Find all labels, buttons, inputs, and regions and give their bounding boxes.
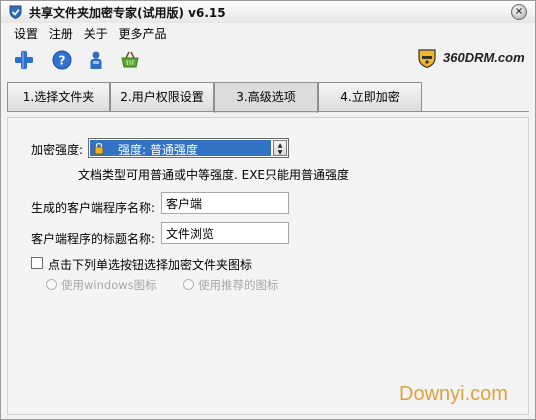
- menu-register[interactable]: 注册: [49, 25, 73, 42]
- lock-icon: [94, 143, 104, 155]
- strength-select[interactable]: 强度: 普通强度 ▲ ▼: [88, 138, 289, 158]
- title-bar[interactable]: 共享文件夹加密专家(试用版) v6.15 ×: [1, 1, 535, 23]
- watermark: Downyi.com: [399, 383, 508, 405]
- client-name-label: 生成的客户端程序名称:: [31, 201, 156, 215]
- close-icon: ×: [514, 6, 524, 17]
- strength-spinner[interactable]: ▲ ▼: [273, 140, 287, 156]
- menu-bar: 设置 注册 关于 更多产品: [14, 25, 174, 41]
- add-button[interactable]: [13, 49, 35, 71]
- radio-windows-icon[interactable]: [46, 279, 57, 290]
- brand-text: 360DRM.com: [443, 50, 525, 65]
- svg-text:?: ?: [59, 54, 66, 68]
- shield-icon: [9, 5, 22, 19]
- strength-note: 文档类型可用普通或中等强度. EXE只能用普通强度: [78, 168, 350, 182]
- tab-select-folder[interactable]: 1.选择文件夹: [7, 82, 110, 111]
- strength-selected-option: 强度: 普通强度: [90, 140, 271, 157]
- radio-recommended-icon-label: 使用推荐的图标: [198, 278, 279, 292]
- icon-select-checkbox-label: 点击下列单选按钮选择加密文件夹图标: [48, 258, 253, 272]
- client-title-input[interactable]: [161, 222, 289, 244]
- tab-encrypt-now[interactable]: 4.立即加密: [318, 82, 422, 111]
- app-window: 共享文件夹加密专家(试用版) v6.15 × 设置 注册 关于 更多产品 ? 3…: [0, 0, 536, 420]
- drm-logo-icon: [418, 49, 436, 69]
- strength-value: 强度: 普通强度: [118, 143, 198, 157]
- radio-recommended-icon[interactable]: [183, 279, 194, 290]
- tab-divider: [7, 111, 529, 112]
- tab-user-permissions[interactable]: 2.用户权限设置: [110, 82, 214, 111]
- strength-label: 加密强度:: [31, 143, 84, 157]
- user-icon: [90, 51, 102, 69]
- arrow-up-icon[interactable]: ▲: [274, 142, 286, 149]
- arrow-down-icon[interactable]: ▼: [274, 149, 286, 156]
- help-icon: ?: [52, 50, 72, 70]
- client-title-label: 客户端程序的标题名称:: [31, 232, 156, 246]
- menu-about[interactable]: 关于: [84, 25, 108, 42]
- menu-settings[interactable]: 设置: [14, 25, 38, 42]
- client-name-input[interactable]: [161, 192, 289, 214]
- help-button[interactable]: ?: [51, 49, 73, 71]
- window-title: 共享文件夹加密专家(试用版) v6.15: [29, 6, 226, 20]
- menu-more-products[interactable]: 更多产品: [119, 25, 167, 42]
- icon-select-checkbox[interactable]: [31, 257, 43, 269]
- tab-advanced-options[interactable]: 3.高级选项: [214, 82, 318, 113]
- plus-icon: [15, 51, 33, 69]
- user-button[interactable]: [85, 49, 107, 71]
- radio-windows-icon-label: 使用windows图标: [61, 278, 157, 292]
- basket-icon: [121, 51, 139, 68]
- buy-button[interactable]: [119, 49, 141, 71]
- close-button[interactable]: ×: [511, 4, 527, 20]
